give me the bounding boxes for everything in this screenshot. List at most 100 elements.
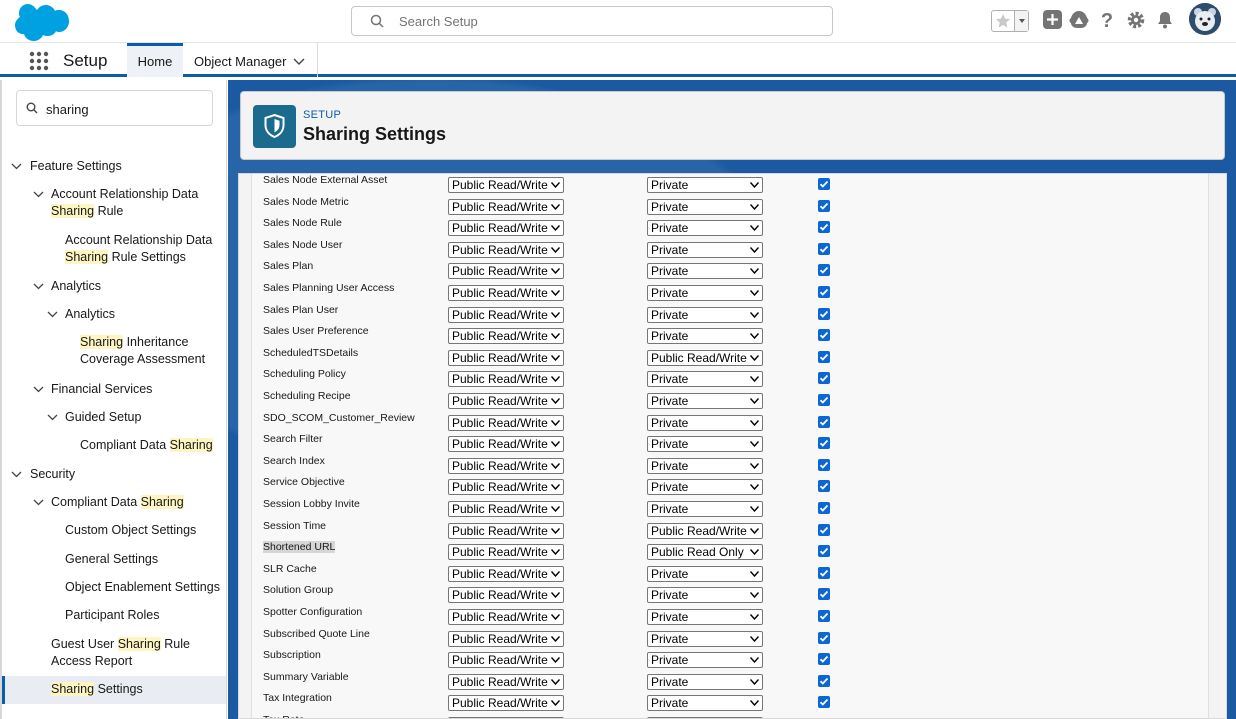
default-external-access-select[interactable]: Private	[647, 630, 763, 647]
favorites-button[interactable]	[991, 10, 1029, 32]
default-external-access-select[interactable]: Private	[647, 263, 763, 280]
search-input[interactable]: Search Setup	[351, 6, 833, 36]
sidebar-item-sharing-settings[interactable]: Sharing Settings	[2, 676, 226, 704]
grant-access-using-hierarchies-checkbox[interactable]	[818, 653, 830, 666]
default-external-access-select[interactable]: Public Read/Write	[647, 349, 763, 366]
grant-access-using-hierarchies-checkbox[interactable]	[818, 480, 830, 493]
default-internal-access-select[interactable]: Public Read/Write	[448, 630, 564, 647]
favorites-dropdown[interactable]	[1014, 11, 1028, 31]
sidebar-item-custom-object-settings[interactable]: Custom Object Settings	[2, 522, 226, 542]
default-external-access-select[interactable]: Private	[647, 328, 763, 345]
sidebar-item-compliant-data-sharing[interactable]: Compliant Data Sharing	[2, 494, 226, 514]
grant-access-using-hierarchies-checkbox[interactable]	[818, 437, 830, 450]
default-internal-access-select[interactable]: Public Read/Write	[448, 673, 564, 690]
grant-access-using-hierarchies-checkbox[interactable]	[818, 286, 830, 298]
chevron-down-icon[interactable]	[47, 412, 58, 423]
grant-access-using-hierarchies-checkbox[interactable]	[818, 264, 830, 277]
grant-access-using-hierarchies-checkbox[interactable]	[818, 415, 830, 428]
bell-icon[interactable]	[1154, 9, 1176, 31]
default-internal-access-select[interactable]: Public Read/Write	[448, 328, 564, 345]
tab-home[interactable]: Home	[127, 43, 183, 77]
chevron-down-icon[interactable]	[293, 55, 305, 67]
default-external-access-select[interactable]: Private	[647, 414, 763, 431]
default-internal-access-select[interactable]: Public Read/Write	[448, 177, 564, 193]
default-external-access-select[interactable]: Private	[647, 198, 763, 215]
sidebar-item-sharing-inheritance-coverage-assessment[interactable]: Sharing Inheritance Coverage Assessment	[2, 334, 226, 370]
default-external-access-select[interactable]: Public Read/Write	[647, 522, 763, 539]
sidebar-item-compliant-data-sharing-guided[interactable]: Compliant Data Sharing	[2, 437, 226, 457]
grant-access-using-hierarchies-checkbox[interactable]	[818, 545, 830, 558]
chevron-down-icon[interactable]	[33, 189, 44, 200]
default-external-access-select[interactable]: Private	[647, 241, 763, 258]
avatar[interactable]	[1189, 3, 1221, 35]
grant-access-using-hierarchies-checkbox[interactable]	[818, 610, 830, 622]
default-external-access-select[interactable]: Private	[647, 285, 763, 301]
sidebar-item-object-enablement-settings[interactable]: Object Enablement Settings	[2, 579, 226, 599]
grant-access-using-hierarchies-checkbox[interactable]	[818, 221, 830, 234]
grant-access-using-hierarchies-checkbox[interactable]	[818, 674, 830, 687]
grant-access-using-hierarchies-checkbox[interactable]	[818, 178, 830, 190]
default-external-access-select[interactable]: Private	[647, 695, 763, 712]
default-internal-access-select[interactable]: Public Read/Write	[448, 565, 564, 582]
default-external-access-select[interactable]: Private	[647, 306, 763, 323]
default-internal-access-select[interactable]: Public Read/Write	[448, 349, 564, 366]
default-external-access-select[interactable]: Private	[647, 393, 763, 409]
app-launcher-icon[interactable]	[29, 51, 49, 71]
grant-access-using-hierarchies-checkbox[interactable]	[818, 502, 830, 514]
grant-access-using-hierarchies-checkbox[interactable]	[818, 199, 830, 212]
default-internal-access-select[interactable]: Public Read/Write	[448, 587, 564, 604]
quick-find-input[interactable]: sharing	[16, 90, 213, 126]
default-external-access-select[interactable]: Private	[647, 457, 763, 474]
default-internal-access-select[interactable]: Public Read/Write	[448, 220, 564, 237]
default-internal-access-select[interactable]: Public Read/Write	[448, 285, 564, 301]
grant-access-using-hierarchies-checkbox[interactable]	[818, 394, 830, 406]
grant-access-using-hierarchies-checkbox[interactable]	[818, 631, 830, 644]
sidebar-item-account-relationship-data-sharing-rule-settings[interactable]: Account Relationship Data Sharing Rule S…	[2, 232, 226, 268]
default-internal-access-select[interactable]: Public Read/Write	[448, 436, 564, 453]
chevron-down-icon[interactable]	[33, 281, 44, 292]
default-external-access-select[interactable]: Private	[647, 609, 763, 625]
default-internal-access-select[interactable]: Public Read/Write	[448, 652, 564, 669]
default-internal-access-select[interactable]: Public Read/Write	[448, 695, 564, 712]
grant-access-using-hierarchies-checkbox[interactable]	[818, 588, 830, 601]
default-external-access-select[interactable]: Public Read Only	[647, 544, 763, 561]
gear-icon[interactable]	[1125, 9, 1147, 31]
sidebar-item-participant-roles[interactable]: Participant Roles	[2, 607, 226, 627]
default-internal-access-select[interactable]: Public Read/Write	[448, 306, 564, 323]
help-icon[interactable]: ?	[1096, 9, 1118, 31]
grant-access-using-hierarchies-checkbox[interactable]	[818, 242, 830, 255]
sidebar-item-account-relationship-data-sharing-rule[interactable]: Account Relationship Data Sharing Rule	[2, 186, 226, 222]
sidebar-item-feature-settings[interactable]: Feature Settings	[2, 158, 226, 178]
default-internal-access-select[interactable]: Public Read/Write	[448, 457, 564, 474]
grant-access-using-hierarchies-checkbox[interactable]	[818, 329, 830, 342]
default-external-access-select[interactable]: Private	[647, 652, 763, 669]
default-internal-access-select[interactable]: Public Read/Write	[448, 263, 564, 280]
chevron-down-icon[interactable]	[33, 497, 44, 508]
default-external-access-select[interactable]: Private	[647, 220, 763, 237]
sidebar-item-financial-services[interactable]: Financial Services	[2, 381, 226, 401]
sidebar-item-general-settings[interactable]: General Settings	[2, 551, 226, 571]
grant-access-using-hierarchies-checkbox[interactable]	[818, 458, 830, 471]
grant-access-using-hierarchies-checkbox[interactable]	[818, 696, 830, 709]
default-internal-access-select[interactable]: Public Read/Write	[448, 522, 564, 539]
default-internal-access-select[interactable]: Public Read/Write	[448, 241, 564, 258]
sidebar-item-analytics[interactable]: Analytics	[2, 278, 226, 298]
tab-object-manager[interactable]: Object Manager	[183, 43, 318, 77]
sidebar-item-security[interactable]: Security	[2, 466, 226, 486]
chevron-down-icon[interactable]	[11, 469, 22, 480]
default-internal-access-select[interactable]: Public Read/Write	[448, 609, 564, 625]
sidebar-item-analytics-child[interactable]: Analytics	[2, 306, 226, 326]
default-external-access-select[interactable]: Private	[647, 565, 763, 582]
grant-access-using-hierarchies-checkbox[interactable]	[818, 523, 830, 536]
default-internal-access-select[interactable]: Public Read/Write	[448, 479, 564, 496]
add-icon[interactable]	[1042, 9, 1064, 31]
default-internal-access-select[interactable]: Public Read/Write	[448, 544, 564, 561]
default-internal-access-select[interactable]: Public Read/Write	[448, 393, 564, 409]
salesforce-cloud-logo[interactable]	[15, 3, 69, 41]
sidebar-item-guest-user-sharing-rule-access-report[interactable]: Guest User Sharing Rule Access Report	[2, 636, 226, 672]
grant-access-using-hierarchies-checkbox[interactable]	[818, 372, 830, 385]
default-external-access-select[interactable]: Private	[647, 587, 763, 604]
trailhead-icon[interactable]	[1068, 9, 1090, 31]
chevron-down-icon[interactable]	[33, 384, 44, 395]
default-external-access-select[interactable]: Private	[647, 177, 763, 193]
